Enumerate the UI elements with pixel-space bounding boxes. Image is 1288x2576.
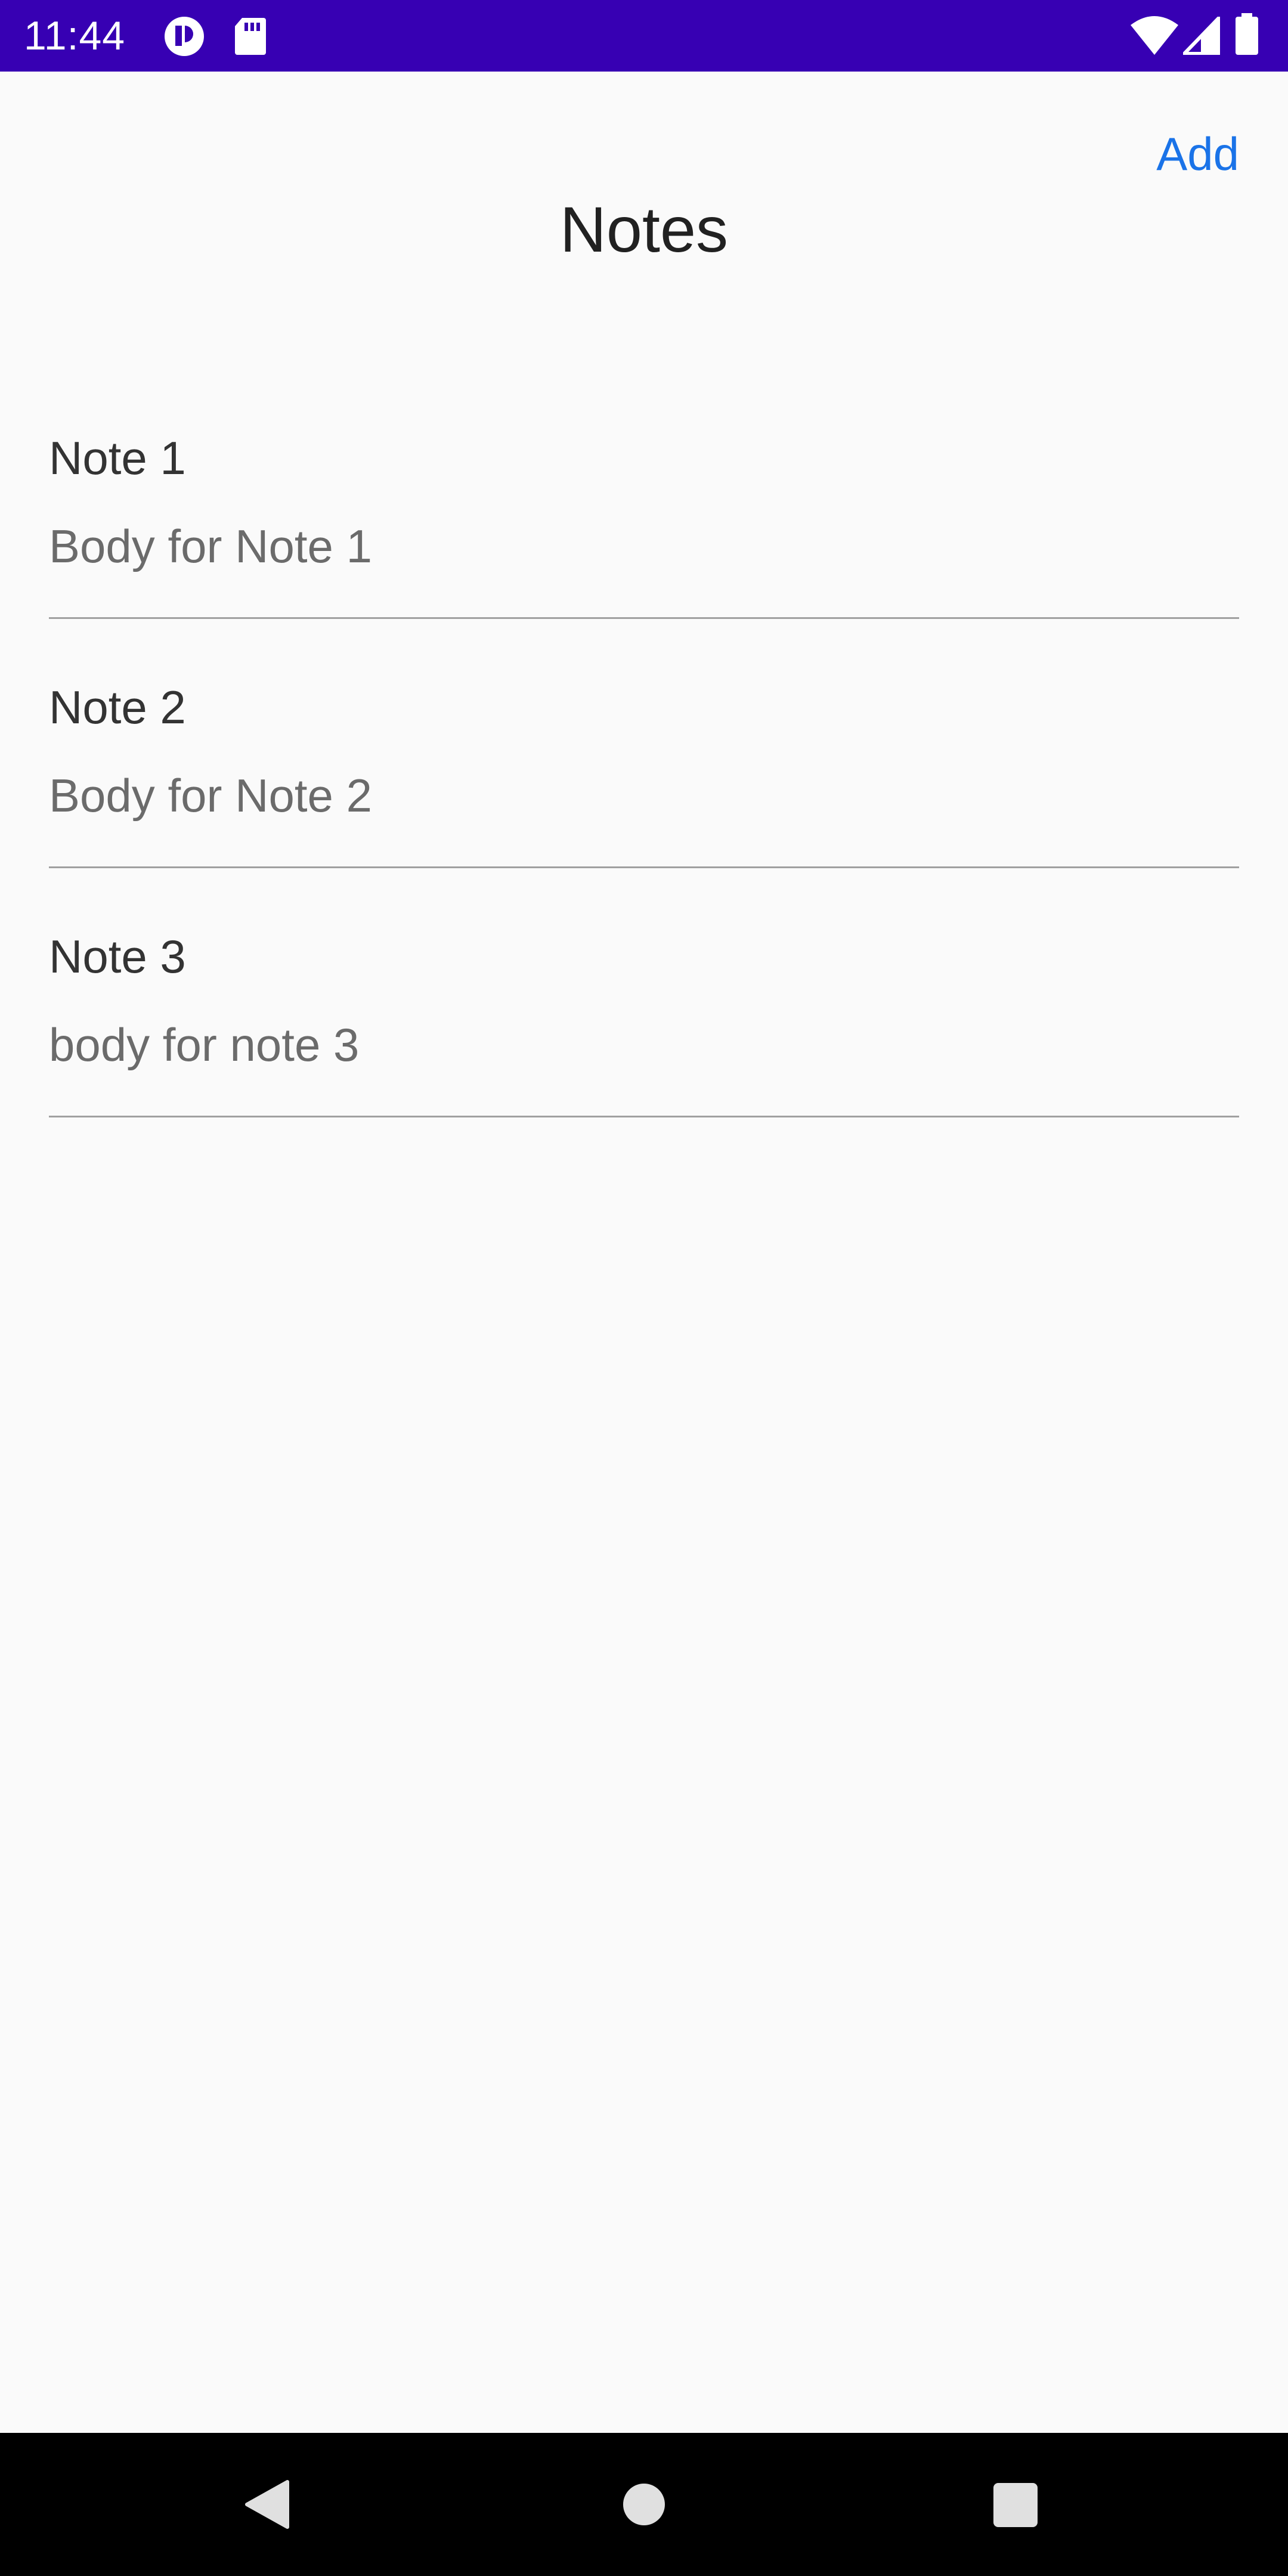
cellular-signal-icon xyxy=(1179,13,1221,58)
recents-icon[interactable] xyxy=(993,2483,1038,2530)
note-title: Note 2 xyxy=(49,681,186,733)
note-title: Note 1 xyxy=(49,432,186,484)
page-title: Notes xyxy=(559,193,729,265)
wifi-icon xyxy=(1131,16,1178,59)
navigation-bar xyxy=(0,2433,1288,2576)
note-body: Body for Note 1 xyxy=(49,520,372,572)
list-item-note-1[interactable]: Note 1 Body for Note 1 xyxy=(49,370,1239,619)
list-item-note-2[interactable]: Note 2 Body for Note 2 xyxy=(49,619,1239,868)
notes-screen: Add Notes Note 1 Body for Note 1 Note 2 … xyxy=(0,72,1288,2433)
battery-icon xyxy=(1234,13,1259,59)
note-body: Body for Note 2 xyxy=(49,769,372,822)
note-body: body for note 3 xyxy=(49,1018,360,1071)
note-list: Note 1 Body for Note 1 Note 2 Body for N… xyxy=(49,370,1239,1117)
add-button[interactable]: Add xyxy=(1156,125,1239,182)
sd-card-icon xyxy=(234,17,267,59)
note-title: Note 3 xyxy=(49,930,186,983)
list-item-note-3[interactable]: Note 3 body for note 3 xyxy=(49,868,1239,1117)
back-icon[interactable] xyxy=(243,2479,291,2532)
home-icon[interactable] xyxy=(623,2483,665,2529)
status-time: 11:44 xyxy=(24,13,126,58)
status-bar: 11:44 xyxy=(0,0,1288,72)
app-notification-icon xyxy=(163,16,205,60)
